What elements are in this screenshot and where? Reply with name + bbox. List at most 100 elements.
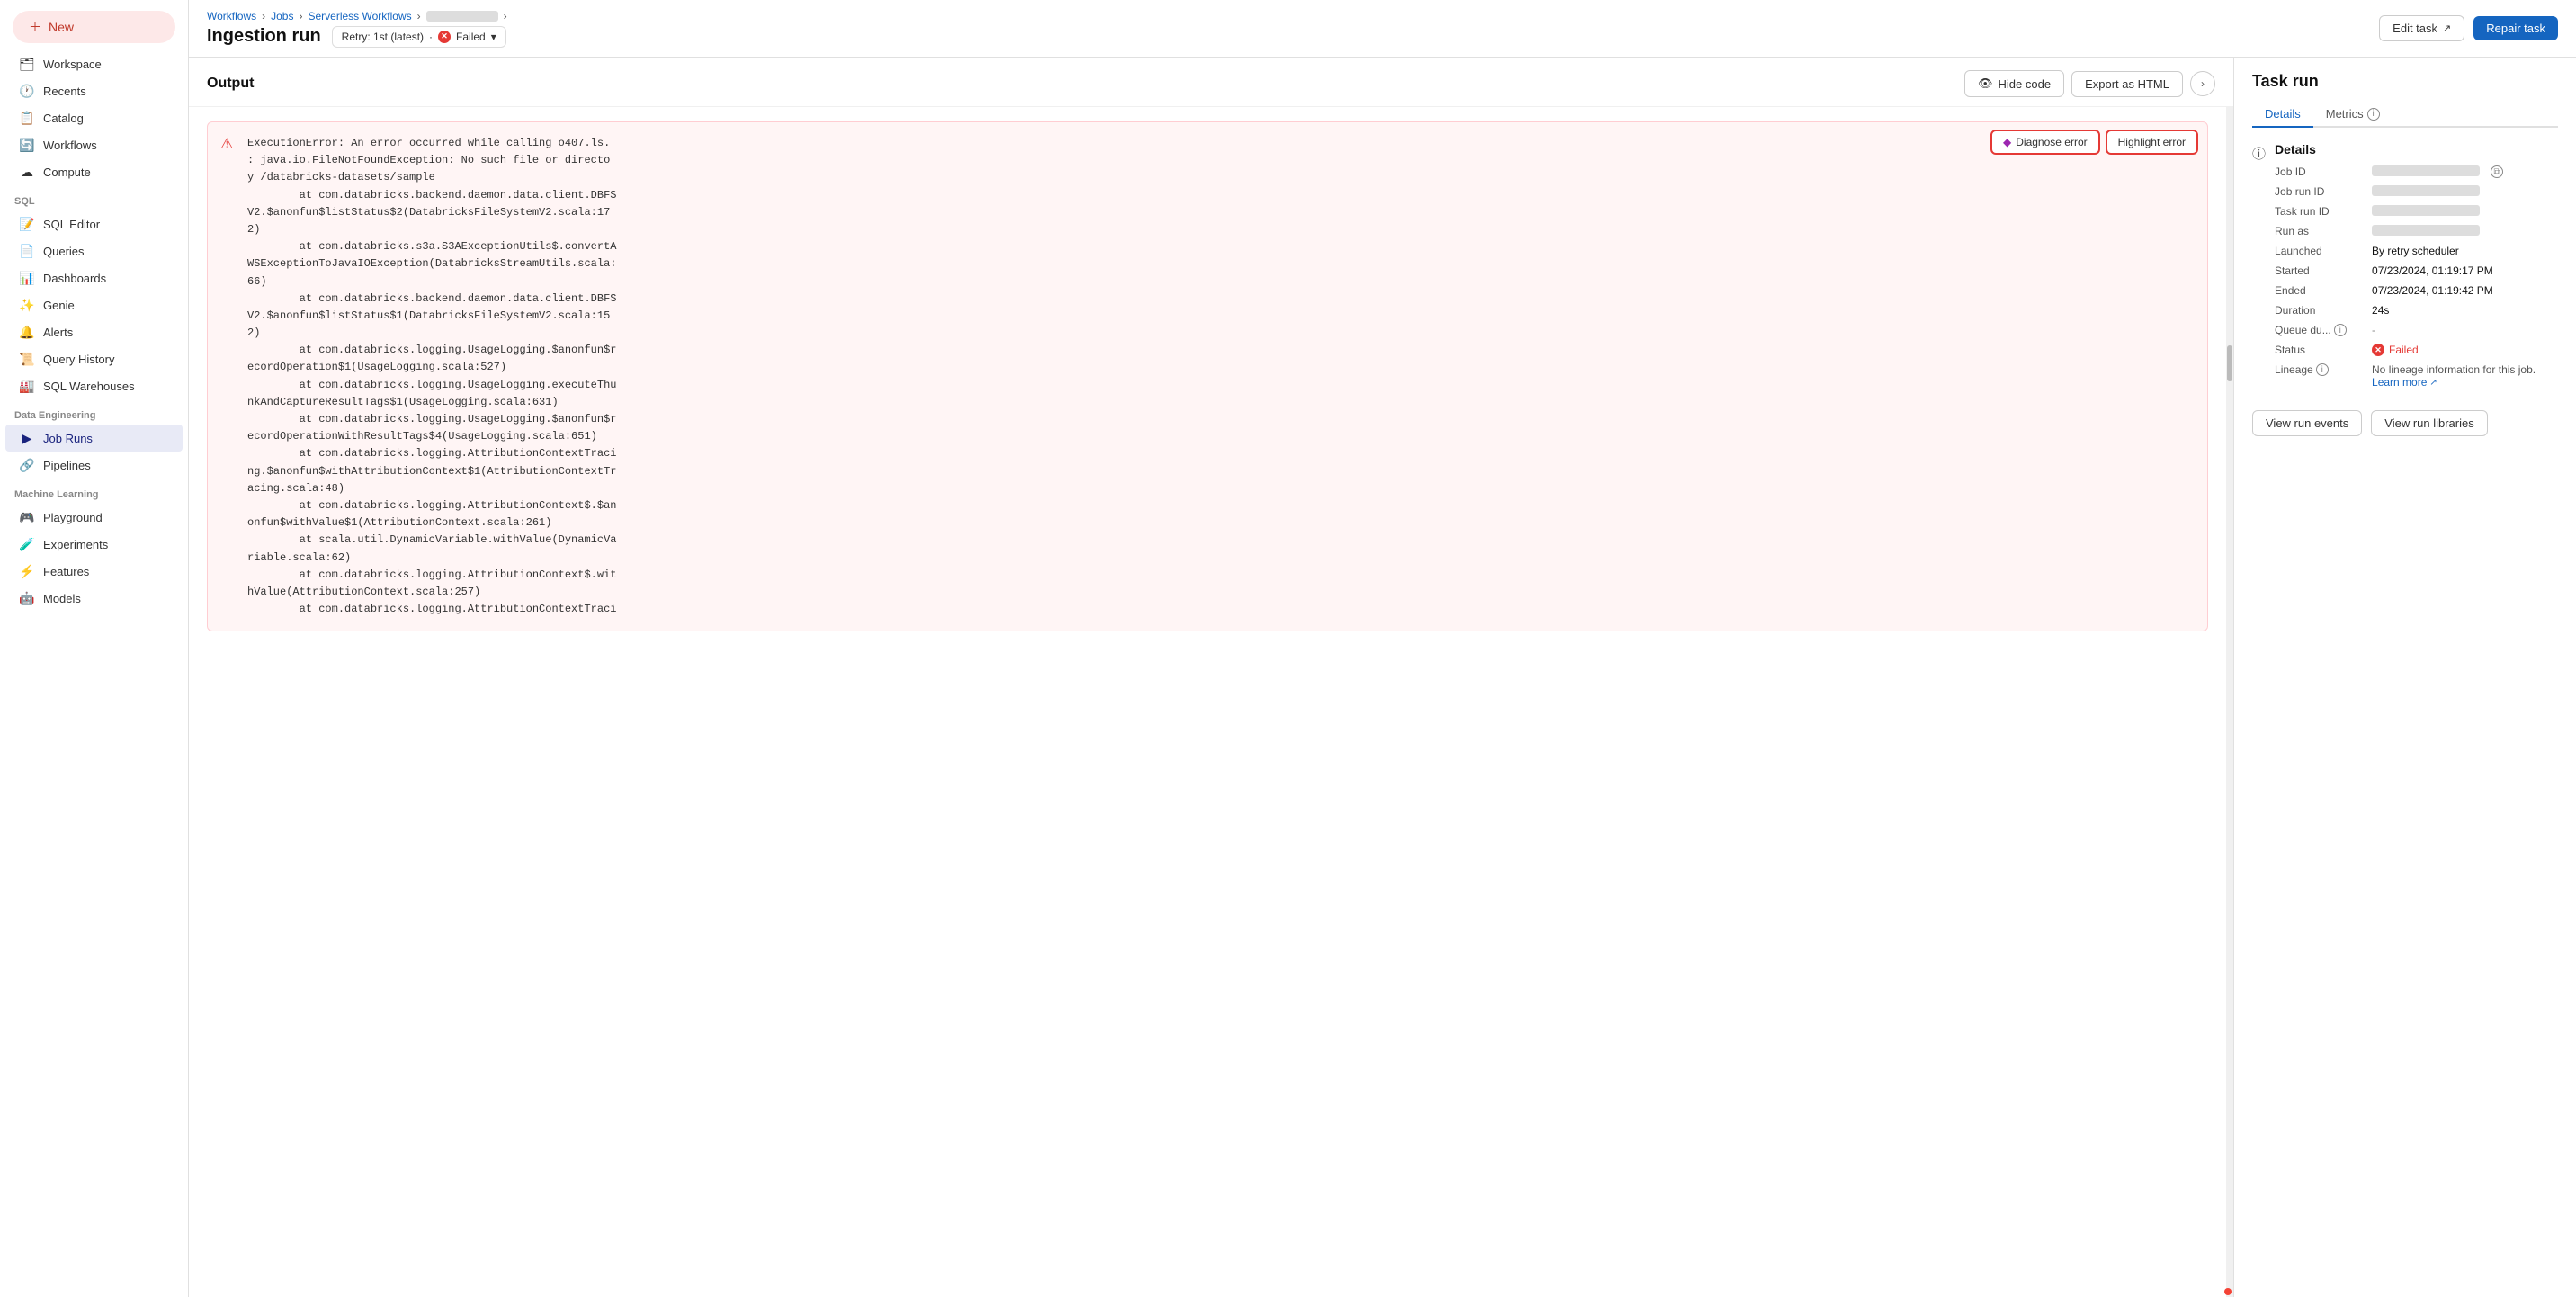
recents-icon: 🕐 [20, 84, 34, 98]
lineage-label: Lineage i [2275, 363, 2365, 376]
sidebar-item-query-history[interactable]: 📜 Query History [5, 345, 183, 372]
sidebar-item-recents[interactable]: 🕐 Recents [5, 77, 183, 104]
sidebar-item-dashboards[interactable]: 📊 Dashboards [5, 264, 183, 291]
compute-icon: ☁ [20, 165, 34, 179]
sidebar-item-job-runs[interactable]: ▶ Job Runs [5, 425, 183, 452]
sidebar-item-models[interactable]: 🤖 Models [5, 585, 183, 612]
error-text: ExecutionError: An error occurred while … [247, 135, 2193, 618]
sidebar-item-compute[interactable]: ☁ Compute [5, 158, 183, 185]
detail-row-duration: Duration 24s [2275, 304, 2558, 317]
job-run-id-value [2372, 185, 2480, 196]
sidebar-item-playground[interactable]: 🎮 Playground [5, 504, 183, 531]
lineage-info-icon[interactable]: i [2316, 363, 2329, 376]
job-runs-icon: ▶ [20, 431, 34, 445]
sidebar-item-alerts[interactable]: 🔔 Alerts [5, 318, 183, 345]
breadcrumb-sep4: › [504, 10, 507, 22]
detail-row-job-run-id: Job run ID [2275, 185, 2558, 198]
detail-row-launched: Launched By retry scheduler [2275, 245, 2558, 257]
run-as-label: Run as [2275, 225, 2365, 237]
duration-label: Duration [2275, 304, 2365, 317]
new-button[interactable]: ＋ New [13, 11, 175, 43]
launched-label: Launched [2275, 245, 2365, 257]
machine-learning-section-label: Machine Learning [0, 479, 188, 504]
sidebar-item-sql-editor[interactable]: 📝 SQL Editor [5, 210, 183, 237]
sidebar-item-experiments[interactable]: 🧪 Experiments [5, 531, 183, 558]
details-section: ⓘ Details Job ID ⧉ Job run ID Tas [2252, 142, 2558, 396]
retry-dropdown[interactable]: Retry: 1st (latest) · ✕ Failed ▾ [332, 26, 506, 48]
sidebar-item-workspace[interactable]: 🗂 Workspace [5, 50, 183, 77]
features-icon: ⚡ [20, 564, 34, 578]
breadcrumb-serverless[interactable]: Serverless Workflows [308, 10, 411, 22]
highlight-error-button[interactable]: Highlight error [2106, 130, 2198, 155]
details-section-title: Details [2275, 142, 2558, 157]
scrollbar-thumb[interactable] [2227, 345, 2232, 381]
details-info-icon: ⓘ [2252, 144, 2266, 163]
sql-warehouses-icon: 🏭 [20, 379, 34, 393]
sidebar-item-genie[interactable]: ✨ Genie [5, 291, 183, 318]
error-content: ExecutionError: An error occurred while … [247, 135, 2193, 618]
sidebar-item-pipelines[interactable]: 🔗 Pipelines [5, 452, 183, 479]
queue-info-icon[interactable]: i [2334, 324, 2347, 336]
content-area: Output 👁 Hide code Export as HTML › ⚠ [189, 58, 2576, 1297]
job-id-label: Job ID [2275, 165, 2365, 178]
separator-dot: · [429, 31, 433, 43]
task-run-id-label: Task run ID [2275, 205, 2365, 218]
page-title-row: Ingestion run Retry: 1st (latest) · ✕ Fa… [207, 26, 507, 48]
data-engineering-section-label: Data Engineering [0, 399, 188, 425]
tab-details[interactable]: Details [2252, 102, 2313, 128]
diagnose-error-button[interactable]: ◆ Diagnose error [1990, 130, 2100, 155]
breadcrumb-jobs[interactable]: Jobs [271, 10, 293, 22]
lineage-content: No lineage information for this job. Lea… [2372, 363, 2536, 389]
edit-task-button[interactable]: Edit task ↗ [2379, 15, 2464, 41]
workspace-icon: 🗂 [20, 57, 34, 71]
breadcrumb-workflows[interactable]: Workflows [207, 10, 256, 22]
ended-label: Ended [2275, 284, 2365, 297]
started-label: Started [2275, 264, 2365, 277]
repair-task-button[interactable]: Repair task [2473, 16, 2558, 40]
detail-row-status: Status ✕ Failed [2275, 344, 2558, 356]
collapse-button[interactable]: › [2190, 71, 2215, 96]
ended-value: 07/23/2024, 01:19:42 PM [2372, 284, 2493, 297]
queue-du-value: - [2372, 324, 2375, 336]
query-history-icon: 📜 [20, 352, 34, 366]
tab-metrics[interactable]: Metrics i [2313, 102, 2393, 128]
job-id-copy-icon[interactable]: ⧉ [2491, 165, 2503, 178]
workflows-icon: 🔄 [20, 138, 34, 152]
output-scroll-wrapper: ⚠ ◆ Diagnose error Highlight error Execu… [189, 107, 2233, 1297]
lineage-text: No lineage information for this job. [2372, 363, 2536, 376]
export-html-button[interactable]: Export as HTML [2071, 71, 2183, 97]
experiments-icon: 🧪 [20, 537, 34, 551]
breadcrumb-sep3: › [417, 10, 421, 22]
sidebar: ＋ New 🗂 Workspace 🕐 Recents 📋 Catalog 🔄 … [0, 0, 189, 1297]
failed-status-icon: ✕ [438, 31, 451, 43]
topbar-actions: Edit task ↗ Repair task [2379, 15, 2558, 41]
detail-row-ended: Ended 07/23/2024, 01:19:42 PM [2275, 284, 2558, 297]
taskrun-panel: Task run Details Metrics i ⓘ Details Job… [2234, 58, 2576, 1297]
chevron-right-icon: › [2201, 77, 2205, 90]
taskrun-tabs: Details Metrics i [2252, 102, 2558, 128]
detail-row-started: Started 07/23/2024, 01:19:17 PM [2275, 264, 2558, 277]
diagnose-diamond-icon: ◆ [2003, 136, 2011, 148]
output-title: Output [207, 76, 254, 92]
sidebar-item-queries[interactable]: 📄 Queries [5, 237, 183, 264]
detail-row-queue-du: Queue du... i - [2275, 324, 2558, 336]
output-scroll[interactable]: ⚠ ◆ Diagnose error Highlight error Execu… [189, 107, 2226, 1297]
sidebar-item-catalog[interactable]: 📋 Catalog [5, 104, 183, 131]
scrollbar-track[interactable] [2226, 107, 2233, 1297]
models-icon: 🤖 [20, 591, 34, 605]
view-run-events-button[interactable]: View run events [2252, 410, 2362, 436]
lineage-learn-more[interactable]: Learn more ↗ [2372, 376, 2536, 389]
external-link-icon: ↗ [2443, 22, 2451, 34]
run-as-value [2372, 225, 2480, 236]
hide-code-button[interactable]: 👁 Hide code [1964, 70, 2064, 97]
detail-row-lineage: Lineage i No lineage information for thi… [2275, 363, 2558, 389]
view-run-libraries-button[interactable]: View run libraries [2371, 410, 2487, 436]
sql-editor-icon: 📝 [20, 217, 34, 231]
output-panel: Output 👁 Hide code Export as HTML › ⚠ [189, 58, 2234, 1297]
metrics-info-icon[interactable]: i [2367, 108, 2380, 121]
sidebar-item-workflows[interactable]: 🔄 Workflows [5, 131, 183, 158]
sidebar-item-sql-warehouses[interactable]: 🏭 SQL Warehouses [5, 372, 183, 399]
breadcrumb-blurred [426, 11, 498, 22]
sidebar-item-features[interactable]: ⚡ Features [5, 558, 183, 585]
job-id-value [2372, 165, 2480, 176]
